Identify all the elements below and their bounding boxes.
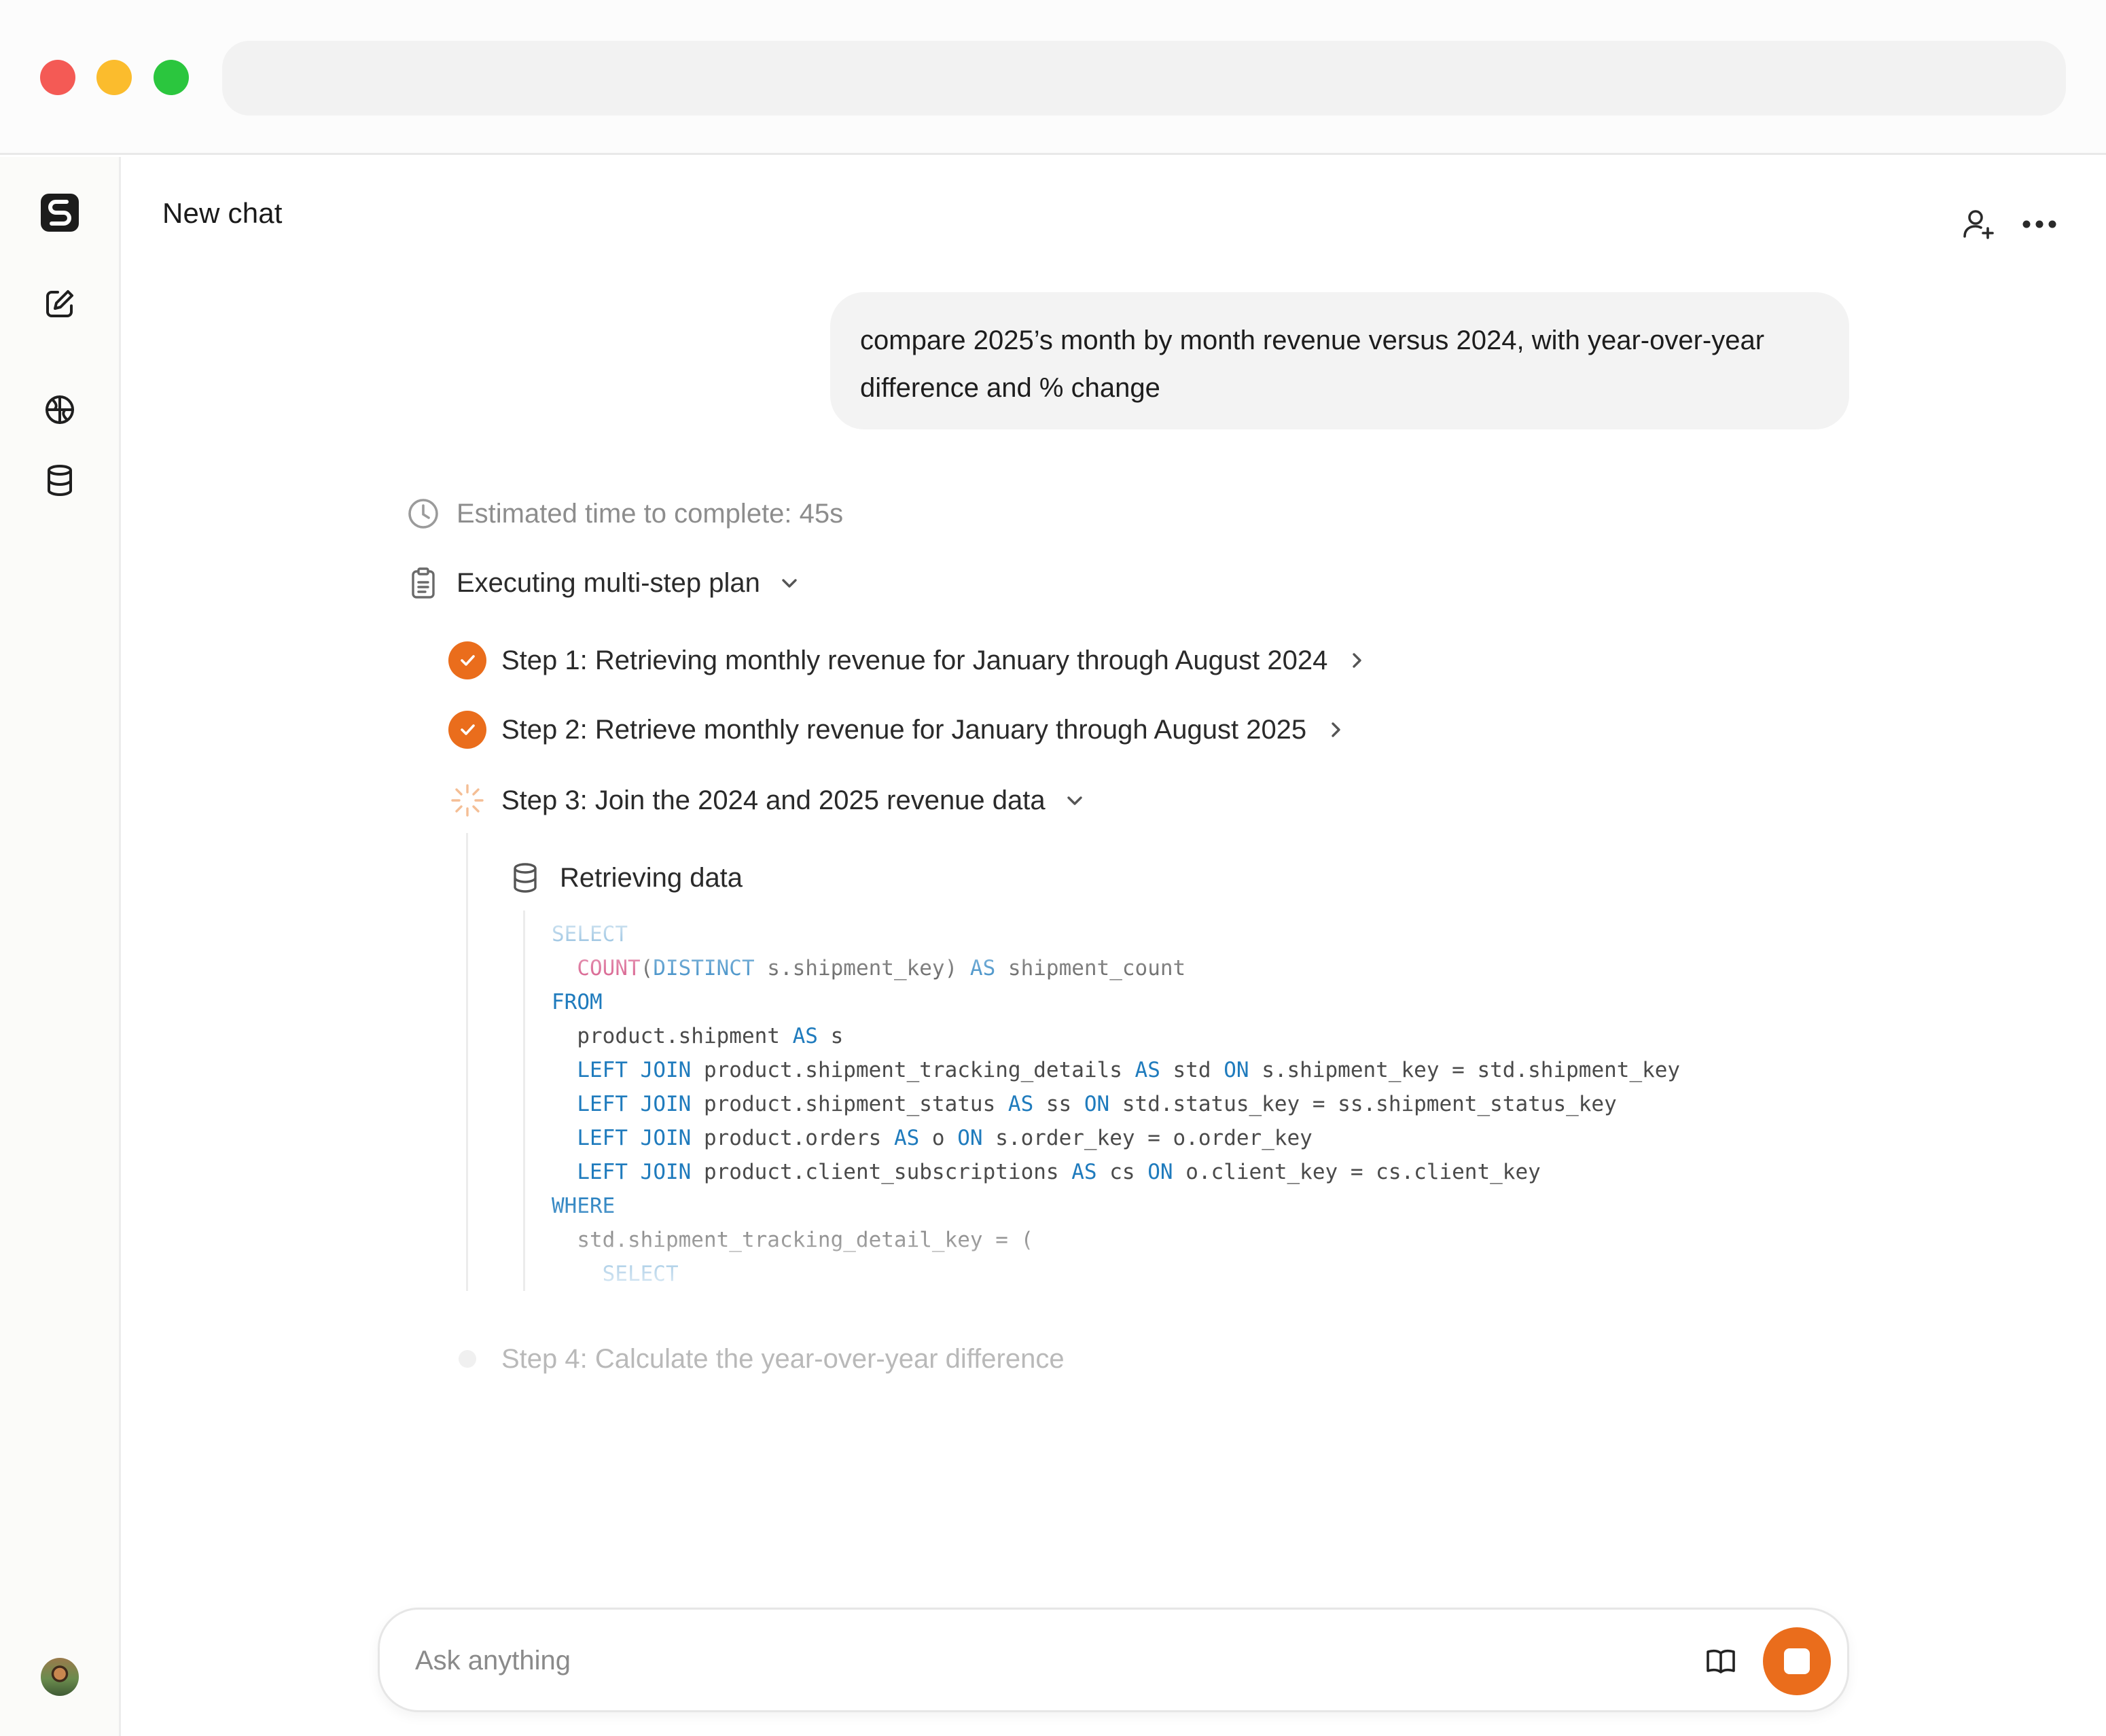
estimate-row: Estimated time to complete: 45s xyxy=(406,493,843,534)
sql-line: WHERE xyxy=(552,1194,615,1218)
sql-line: LEFT JOIN product.shipment_tracking_deta… xyxy=(577,1058,1681,1082)
check-icon xyxy=(448,711,486,749)
maximize-window-button[interactable] xyxy=(154,60,189,95)
substep-label: Retrieving data xyxy=(560,862,743,893)
globe-icon[interactable] xyxy=(39,389,80,430)
pending-dot-icon xyxy=(459,1350,476,1368)
check-icon xyxy=(448,641,486,679)
add-person-icon[interactable] xyxy=(1957,202,2000,246)
clock-icon xyxy=(408,499,438,529)
sql-line: SELECT xyxy=(602,1262,679,1286)
sql-line: SELECT xyxy=(552,922,628,946)
stop-icon xyxy=(1784,1648,1810,1674)
stop-generation-button[interactable] xyxy=(1763,1627,1831,1695)
sql-code-block: SELECT COUNT(DISTINCT s.shipment_key) AS… xyxy=(552,917,1910,1298)
step-4: Step 4: Calculate the year-over-year dif… xyxy=(448,1339,1065,1379)
step-3[interactable]: Step 3: Join the 2024 and 2025 revenue d… xyxy=(448,780,1086,821)
sql-line: LEFT JOIN product.shipment_status AS ss … xyxy=(577,1092,1617,1116)
chevron-right-icon xyxy=(1353,653,1362,668)
sql-line: FROM xyxy=(552,990,603,1014)
step-1[interactable]: Step 1: Retrieving monthly revenue for J… xyxy=(448,640,1368,681)
page-title: New chat xyxy=(162,197,283,229)
composer xyxy=(378,1608,1849,1712)
chevron-down-icon xyxy=(782,579,797,588)
code-gutter-line xyxy=(523,910,525,1291)
step-1-label: Step 1: Retrieving monthly revenue for J… xyxy=(501,645,1328,675)
sql-line: LEFT JOIN product.client_subscriptions A… xyxy=(577,1160,1541,1184)
more-options-icon[interactable] xyxy=(2018,202,2061,246)
user-message-bubble: compare 2025’s month by month revenue ve… xyxy=(830,292,1849,429)
step-2-label: Step 2: Retrieve monthly revenue for Jan… xyxy=(501,714,1307,745)
plan-header[interactable]: Executing multi-step plan xyxy=(406,563,801,603)
chevron-down-icon xyxy=(1067,796,1082,805)
chevron-right-icon xyxy=(1332,722,1340,737)
book-icon[interactable] xyxy=(1700,1641,1741,1682)
minimize-window-button[interactable] xyxy=(96,60,132,95)
step-4-label: Step 4: Calculate the year-over-year dif… xyxy=(501,1343,1065,1374)
estimate-text: Estimated time to complete: 45s xyxy=(457,498,844,529)
sql-line: std.shipment_tracking_detail_key = ( xyxy=(552,1228,1034,1252)
sql-line: COUNT(DISTINCT s.shipment_key) AS shipme… xyxy=(577,956,1186,980)
clipboard-icon xyxy=(412,567,435,599)
sidebar xyxy=(0,157,121,1736)
sql-line: product.shipment AS s xyxy=(552,1024,844,1048)
plan-label: Executing multi-step plan xyxy=(457,567,760,598)
step-3-label: Step 3: Join the 2024 and 2025 revenue d… xyxy=(501,785,1046,815)
close-window-button[interactable] xyxy=(40,60,75,95)
spinner-icon xyxy=(451,784,484,817)
address-bar[interactable] xyxy=(222,41,2066,116)
database-icon[interactable] xyxy=(39,460,80,501)
substep-retrieving-data: Retrieving data xyxy=(508,857,743,898)
database-icon xyxy=(514,863,537,893)
app-logo-icon[interactable] xyxy=(39,192,80,233)
sql-line: LEFT JOIN product.orders AS o ON s.order… xyxy=(577,1126,1313,1150)
message-input[interactable] xyxy=(415,1637,1672,1684)
avatar[interactable] xyxy=(41,1658,79,1696)
step-2[interactable]: Step 2: Retrieve monthly revenue for Jan… xyxy=(448,709,1347,750)
step-3-connector xyxy=(466,833,468,1291)
compose-icon[interactable] xyxy=(39,283,80,324)
window-titlebar xyxy=(0,0,2106,155)
